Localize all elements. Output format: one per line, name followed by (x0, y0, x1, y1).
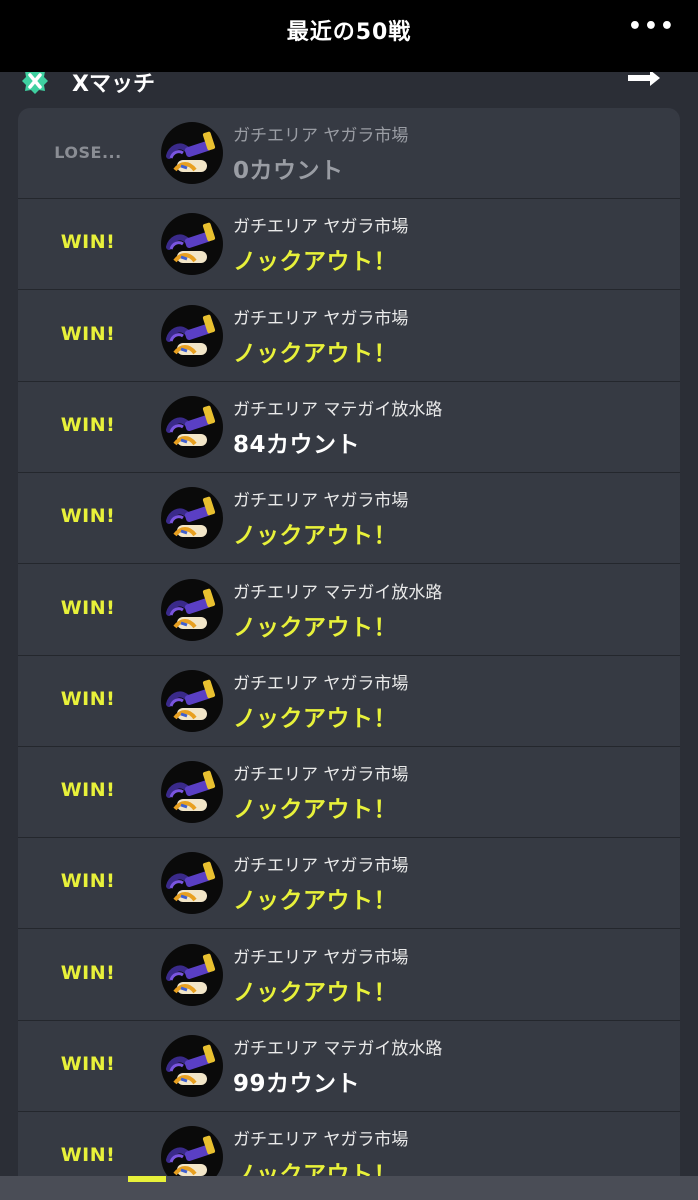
weapon-icon (161, 943, 223, 1006)
battle-stage: ガチエリア ヤガラ市場 (233, 491, 409, 512)
battle-outcome: ノックアウト！ (233, 249, 398, 276)
battle-result: WIN! (60, 1053, 116, 1075)
battle-list: LOSE... ガチエリア ヤガラ市場 0カウント WIN! ガチエリア ヤガラ市場… (18, 108, 680, 1200)
battle-outcome: ノックアウト！ (233, 797, 398, 824)
battle-stage: ガチエリア ヤガラ市場 (233, 308, 409, 329)
weapon-icon (161, 487, 223, 550)
battle-row[interactable]: WIN! ガチエリア ヤガラ市場ノックアウト！ (18, 199, 680, 291)
battle-outcome: 84カウント (233, 431, 361, 458)
battle-outcome: ノックアウト！ (233, 340, 398, 367)
battle-row[interactable]: WIN! ガチエリア ヤガラ市場ノックアウト！ (18, 656, 680, 747)
weapon-icon (161, 213, 223, 276)
battle-stage: ガチエリア ヤガラ市場 (233, 217, 409, 238)
top-bar: 最近の50戦 ••• (0, 0, 698, 72)
battle-row[interactable]: WIN! ガチエリア マテガイ放水路ノックアウト！ (18, 565, 680, 656)
battle-result: WIN! (60, 779, 116, 802)
battle-result: LOSE... (54, 143, 122, 162)
battle-outcome: ノックアウト！ (233, 888, 398, 915)
battle-outcome: 99カウント (233, 1071, 361, 1097)
battle-stage: ガチエリア ヤガラ市場 (233, 126, 409, 146)
more-menu-button[interactable]: ••• (628, 14, 676, 39)
weapon-icon (161, 1035, 223, 1097)
battle-result: WIN! (60, 231, 116, 254)
battle-row[interactable]: WIN! ガチエリア マテガイ放水路 84カウント (18, 382, 680, 473)
bottom-tab-bar (0, 1176, 698, 1200)
weapon-icon (161, 578, 223, 641)
battle-result: WIN! (60, 505, 116, 528)
tab-indicator (128, 1176, 166, 1182)
battle-stage: ガチエリア マテガイ放水路 (233, 1039, 443, 1059)
weapon-icon (161, 122, 223, 184)
battle-row[interactable]: WIN! ガチエリア マテガイ放水路 99カウント (18, 1021, 680, 1112)
battle-outcome: ノックアウト！ (233, 614, 398, 641)
battle-result: WIN! (60, 870, 116, 893)
battle-result: WIN! (60, 961, 116, 984)
battle-result: WIN! (60, 413, 116, 436)
weapon-icon (161, 761, 223, 824)
battle-stage: ガチエリア マテガイ放水路 (233, 399, 443, 420)
battle-stage: ガチエリア ヤガラ市場 (233, 673, 409, 694)
battle-outcome: ノックアウト！ (233, 705, 398, 732)
battle-row[interactable]: WIN! ガチエリア ヤガラ市場ノックアウト！ (18, 838, 680, 930)
battle-row[interactable]: WIN! ガチエリア ヤガラ市場ノックアウト！ (18, 291, 680, 382)
battle-result: WIN! (60, 687, 116, 710)
battle-stage: ガチエリア ヤガラ市場 (233, 856, 409, 877)
weapon-icon (161, 852, 223, 915)
battle-outcome: ノックアウト！ (233, 523, 398, 550)
weapon-icon (161, 304, 223, 367)
battle-outcome: ノックアウト！ (233, 979, 398, 1006)
battle-stage: ガチエリア ヤガラ市場 (233, 765, 409, 786)
battle-result: WIN! (60, 596, 116, 619)
battle-stage: ガチエリア ヤガラ市場 (233, 947, 409, 968)
battle-row[interactable]: WIN! ガチエリア ヤガラ市場ノックアウト！ (18, 473, 680, 565)
page-title: 最近の50戦 (286, 20, 412, 45)
battle-row[interactable]: WIN! ガチエリア ヤガラ市場ノックアウト！ (18, 747, 680, 839)
battle-result: WIN! (60, 322, 116, 345)
battle-stage: ガチエリア マテガイ放水路 (233, 582, 443, 603)
battle-row[interactable]: LOSE... ガチエリア ヤガラ市場 0カウント (18, 108, 680, 199)
battle-stage: ガチエリア ヤガラ市場 (233, 1130, 409, 1151)
battle-row[interactable]: WIN! ガチエリア ヤガラ市場ノックアウト！ (18, 930, 680, 1021)
weapon-icon (161, 395, 223, 458)
weapon-icon (161, 669, 223, 732)
battle-outcome: 0カウント (233, 158, 344, 184)
battle-result: WIN! (60, 1144, 116, 1167)
